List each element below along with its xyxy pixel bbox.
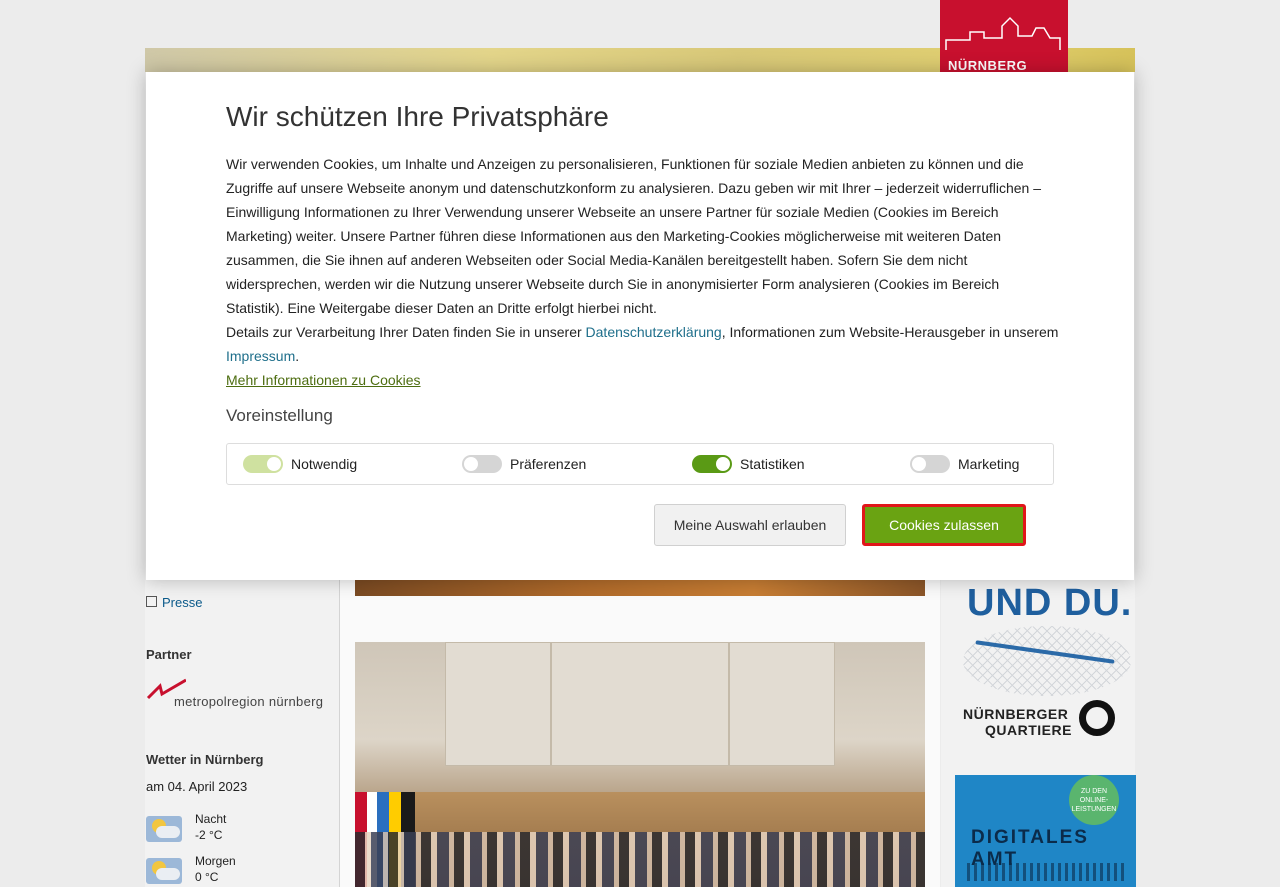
more-cookie-info-link[interactable]: Mehr Informationen zu Cookies [226,368,421,392]
accept-cookies-button[interactable]: Cookies zulassen [862,504,1026,546]
weather-temp: 0 °C [195,870,219,884]
cookie-consent-dialog: Wir schützen Ihre Privatsphäre Wir verwe… [146,72,1134,580]
preset-heading: Voreinstellung [226,406,333,425]
details-middle: , Informationen zum Website-Herausgeber … [721,324,1059,340]
skyline-graphic [967,863,1125,881]
toggle-statistiken[interactable] [692,455,732,473]
toggle-label-marketing: Marketing [958,456,1020,472]
logo-text: NÜRNBERG [948,58,1028,73]
castle-outline-icon [945,16,1061,50]
toggle-label-praeferenzen: Präferenzen [510,456,587,472]
weather-entry-night: Nacht -2 °C [195,811,226,843]
quartiere-banner[interactable]: UND DU. NÜRNBERGER QUARTIERE [955,580,1137,750]
toggle-notwendig [243,455,283,473]
city-logo[interactable]: NÜRNBERG [940,0,1068,73]
toggle-praeferenzen[interactable] [462,455,502,473]
toggle-label-notwendig: Notwendig [291,456,358,472]
partly-cloudy-night-icon [146,816,182,842]
weather-entry-morning: Morgen 0 °C [195,853,236,885]
partner-heading: Partner [146,647,192,662]
partly-cloudy-icon [146,858,182,884]
details-suffix: . [295,348,300,364]
quartiere-line-1: NÜRNBERGER [963,706,1069,722]
toggle-label-statistiken: Statistiken [740,456,805,472]
toggle-marketing[interactable] [910,455,950,473]
sidebar-link-presse[interactable]: Presse [146,595,202,610]
digitales-amt-banner[interactable]: ZU DEN ONLINE-LEISTUNGEN DIGITALES AMT [955,775,1136,887]
cookie-preferences: Notwendig Präferenzen Statistiken Market… [226,443,1054,485]
external-link-icon [146,596,157,607]
quartiere-q-logo-icon [1079,700,1115,736]
quartiere-subtitle: NÜRNBERGER QUARTIERE [963,706,1072,738]
details-prefix: Details zur Verarbeitung Ihrer Daten fin… [226,324,586,340]
cookie-details-text: Details zur Verarbeitung Ihrer Daten fin… [226,320,1060,368]
cookie-intro-text: Wir verwenden Cookies, um Inhalte und An… [226,156,1042,316]
quartiere-headline: UND DU. [967,582,1133,624]
cookie-dialog-title: Wir schützen Ihre Privatsphäre [226,101,609,132]
weather-period: Morgen [195,854,236,868]
metropolregion-logo-text: metropolregion nürnberg [174,694,324,709]
metropolregion-logo[interactable]: metropolregion nürnberg [146,676,326,712]
city-council-photo[interactable] [355,642,925,887]
weather-temp: -2 °C [195,828,223,842]
badge-text: ZU DEN ONLINE-LEISTUNGEN [1071,788,1117,813]
privacy-policy-link[interactable]: Datenschutzerklärung [586,324,722,340]
imprint-link[interactable]: Impressum [226,348,295,364]
weather-period: Nacht [195,812,227,826]
online-leistungen-badge[interactable]: ZU DEN ONLINE-LEISTUNGEN [1069,775,1119,825]
quartiere-line-2: QUARTIERE [985,722,1072,738]
weather-heading: Wetter in Nürnberg [146,752,264,767]
weather-date: am 04. April 2023 [146,779,248,794]
allow-selection-button[interactable]: Meine Auswahl erlauben [654,504,846,546]
sidebar-link-label: Presse [162,595,203,610]
